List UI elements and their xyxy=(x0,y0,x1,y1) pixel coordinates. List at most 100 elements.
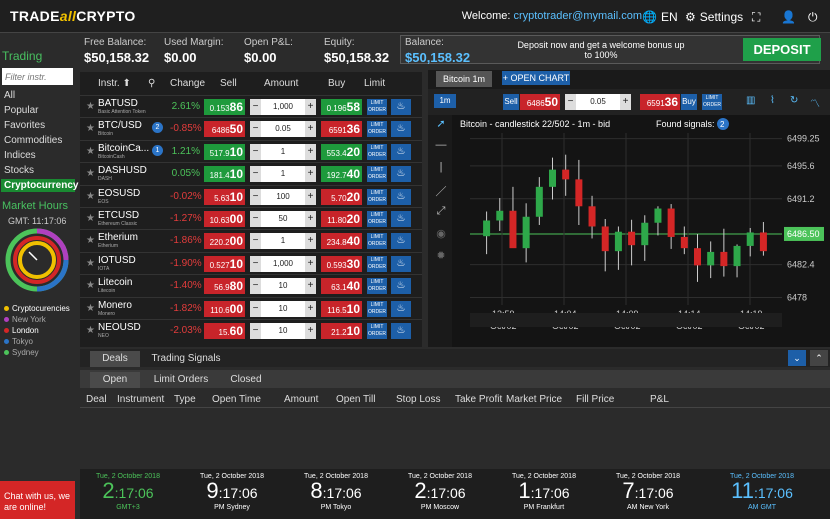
minus-icon[interactable]: − xyxy=(250,188,261,205)
sell-price-button[interactable]: 10.6300 xyxy=(204,211,245,227)
minus-icon[interactable]: − xyxy=(250,255,261,272)
limit-order-button[interactable]: LIMIT ORDER xyxy=(367,323,387,339)
minus-icon[interactable]: − xyxy=(250,166,261,183)
col-open-till[interactable]: Open Till xyxy=(336,394,375,405)
power-icon[interactable]: ⏻ xyxy=(808,7,818,27)
amount-stepper[interactable]: − 1,000 + xyxy=(250,255,316,272)
amount-value[interactable]: 0.05 xyxy=(275,124,291,133)
amount-value[interactable]: 1,000 xyxy=(273,102,293,111)
buy-price-button[interactable]: 553.420 xyxy=(321,143,362,160)
amount-value[interactable]: 10 xyxy=(279,326,288,335)
instrument-name[interactable]: Litecoin xyxy=(98,277,132,288)
instrument-name[interactable]: BitcoinCa... xyxy=(98,143,149,154)
user-email-link[interactable]: cryptotrader@mymail.com xyxy=(513,10,642,22)
instrument-row[interactable]: ★ BATUSD Basic Attention Token 2.61% 0.15386… xyxy=(80,95,422,117)
chat-button[interactable]: Chat with us, we are online! xyxy=(0,481,75,519)
plus-icon[interactable]: + xyxy=(305,255,316,272)
sell-price-button[interactable]: 0.15386 xyxy=(204,99,245,115)
amount-stepper[interactable]: − 50 + xyxy=(250,211,316,227)
amount-stepper[interactable]: − 1,000 + xyxy=(250,99,316,115)
col-fill-price[interactable]: Fill Price xyxy=(576,394,614,405)
category-commodities[interactable]: Commodities xyxy=(4,135,62,146)
sell-price-button[interactable]: 15.60 xyxy=(204,323,245,339)
instrument-row[interactable]: ★ ETCUSD Ethereum Classic -1.27% 10.6300−50 +… xyxy=(80,207,422,229)
cursor-icon[interactable]: ➚ xyxy=(430,117,452,139)
plus-icon[interactable]: + xyxy=(305,300,316,317)
plus-icon[interactable]: + xyxy=(305,323,316,339)
instrument-name[interactable]: DASHUSD xyxy=(98,165,147,176)
minus-icon[interactable]: − xyxy=(250,278,261,295)
flame-icon[interactable]: ♨ xyxy=(391,99,411,115)
instrument-row[interactable]: ★ BTC/USD Bitcoin 2 -0.85% 648650−0.05 +659136… xyxy=(80,117,422,139)
limit-order-button[interactable]: LIMIT ORDER xyxy=(367,211,387,227)
minus-icon[interactable]: − xyxy=(250,300,261,317)
chart-sell-button[interactable]: Sell xyxy=(503,94,519,110)
sell-price-button[interactable]: 5.6310 xyxy=(204,188,245,205)
buy-price-button[interactable]: 192.740 xyxy=(321,166,362,183)
subtab-limit-orders[interactable]: Limit Orders xyxy=(146,372,216,388)
sell-price-button[interactable]: 517.910 xyxy=(204,143,245,160)
flame-icon[interactable]: ♨ xyxy=(391,323,411,339)
buy-price-button[interactable]: 5.7020 xyxy=(321,188,362,205)
ray-icon[interactable]: ⤢ xyxy=(430,205,452,227)
plus-icon[interactable]: + xyxy=(305,233,316,250)
chart-tab[interactable]: Bitcoin 1m xyxy=(436,71,492,87)
instrument-name[interactable]: Etherium xyxy=(98,232,138,243)
category-cryptocurrency[interactable]: Cryptocurrency xyxy=(1,179,78,192)
col-deal[interactable]: Deal xyxy=(86,394,107,405)
signal-badge[interactable]: 1 xyxy=(152,144,163,156)
language-button[interactable]: 🌐 EN xyxy=(642,7,678,27)
chevron-down-icon[interactable]: ⌄ xyxy=(788,350,806,366)
category-all[interactable]: All xyxy=(4,90,15,101)
amount-value[interactable]: 10 xyxy=(279,281,288,290)
star-icon[interactable]: ★ xyxy=(86,258,95,269)
deposit-button[interactable]: DEPOSIT xyxy=(743,38,821,61)
sell-price-button[interactable]: 181.410 xyxy=(204,166,245,183)
col-amount[interactable]: Amount xyxy=(284,394,318,405)
instrument-row[interactable]: ★ IOTUSD IOTA -1.90% 0.52710−1,000 +0.59330 LI… xyxy=(80,251,422,274)
open-chart-button[interactable]: + OPEN CHART xyxy=(502,71,570,85)
col-pnl[interactable]: P&L xyxy=(650,394,669,405)
vertical-line-icon[interactable]: | xyxy=(430,161,452,183)
minus-icon[interactable]: − xyxy=(250,323,261,339)
buy-price-button[interactable]: 659136 xyxy=(321,121,362,138)
buy-price-button[interactable]: 116.510 xyxy=(321,300,362,317)
plus-icon[interactable]: + xyxy=(305,211,316,227)
chart-buy-price[interactable]: 659136 xyxy=(640,94,680,110)
sell-price-button[interactable]: 110.600 xyxy=(204,300,245,317)
amount-stepper[interactable]: − 0.05 + xyxy=(250,121,316,138)
category-popular[interactable]: Popular xyxy=(4,105,38,116)
chart-buy-button[interactable]: Buy xyxy=(681,94,697,110)
subtab-closed[interactable]: Closed xyxy=(220,372,272,388)
chart-sell-price[interactable]: 648650 xyxy=(520,94,560,110)
star-icon[interactable]: ★ xyxy=(86,235,95,246)
sell-price-button[interactable]: 648650 xyxy=(204,121,245,138)
user-icon[interactable]: 👤 xyxy=(781,7,796,27)
flame-icon[interactable]: ♨ xyxy=(391,233,411,250)
col-instr[interactable]: Instr. ⬆ xyxy=(98,78,131,89)
signal-badge[interactable]: 2 xyxy=(152,122,163,134)
star-icon[interactable]: ★ xyxy=(86,101,95,112)
amount-stepper[interactable]: − 10 + xyxy=(250,278,316,295)
star-icon[interactable]: ★ xyxy=(86,213,95,224)
indicator-icon[interactable]: ⌇ xyxy=(770,95,775,106)
star-icon[interactable]: ★ xyxy=(86,280,95,291)
instrument-row[interactable]: ★ Monero Monero -1.82% 110.600−10 +116.510 LIM… xyxy=(80,296,422,319)
chart-limit-order-button[interactable]: LIMIT ORDER xyxy=(702,94,722,110)
limit-order-button[interactable]: LIMIT ORDER xyxy=(367,255,387,272)
buy-price-button[interactable]: 0.19658 xyxy=(321,99,362,115)
limit-order-button[interactable]: LIMIT ORDER xyxy=(367,166,387,183)
instrument-name[interactable]: ETCUSD xyxy=(98,210,139,221)
limit-order-button[interactable]: LIMIT ORDER xyxy=(367,99,387,115)
plus-icon[interactable]: + xyxy=(620,94,631,110)
amount-stepper[interactable]: − 10 + xyxy=(250,300,316,317)
star-icon[interactable]: ★ xyxy=(86,325,95,336)
minus-icon[interactable]: − xyxy=(565,94,576,110)
instrument-name[interactable]: NEOUSD xyxy=(98,322,141,333)
col-type[interactable]: Type xyxy=(174,394,196,405)
minus-icon[interactable]: − xyxy=(250,233,261,250)
star-icon[interactable]: ★ xyxy=(86,191,95,202)
amount-value[interactable]: 1,000 xyxy=(273,259,293,268)
subtab-open[interactable]: Open xyxy=(90,372,140,388)
amount-value[interactable]: 50 xyxy=(279,214,288,223)
